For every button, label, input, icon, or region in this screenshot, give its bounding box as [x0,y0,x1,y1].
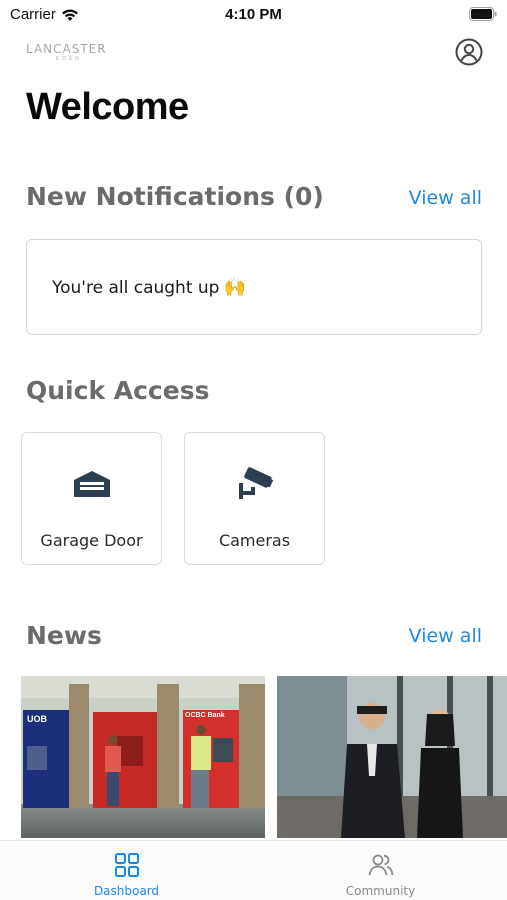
logo-text: LANCASTER [26,42,107,56]
notifications-view-all-link[interactable]: View all [409,187,482,209]
raised-hands-emoji: 🙌 [223,277,246,298]
garage-icon [73,471,110,497]
page-title: Welcome [26,86,189,128]
quick-access-title: Quick Access [26,376,210,405]
news-view-all-link[interactable]: View all [409,625,482,647]
logo-subtext: EDEN [56,56,82,62]
news-title: News [26,621,102,650]
tab-dashboard-label: Dashboard [93,884,160,898]
cameras-label: Cameras [218,531,291,550]
status-time: 4:10 PM [225,6,282,23]
tab-community[interactable]: Community [254,841,507,900]
cameras-tile[interactable]: Cameras [184,432,325,565]
news-item-atm[interactable]: UOB OCBC Bank [21,676,265,838]
tab-community-label: Community [345,884,416,898]
empty-message-text: You're all caught up [52,277,220,298]
profile-button[interactable] [455,38,483,66]
atm-branch-photo [21,676,265,838]
business-people-photo [277,676,507,838]
battery-icon [469,7,497,21]
user-circle-icon [455,38,483,66]
app-logo: LANCASTER EDEN [26,42,116,66]
notifications-card: You're all caught up 🙌 [26,239,482,335]
notifications-title: New Notifications (0) [26,182,324,211]
bank-sign-uob: UOB [27,714,47,724]
garage-door-tile[interactable]: Garage Door [21,432,162,565]
cctv-camera-icon [238,467,273,499]
grid-icon [114,853,139,877]
garage-door-label: Garage Door [40,531,143,550]
empty-notifications-message: You're all caught up 🙌 [52,277,246,298]
bank-sign-ocbc: OCBC Bank [185,712,225,719]
tab-dashboard[interactable]: Dashboard [0,841,253,900]
bottom-tab-bar: Dashboard Community [0,840,507,900]
status-bar: Carrier 4:10 PM [0,0,507,28]
news-item-business[interactable] [277,676,507,838]
people-icon [368,854,393,876]
